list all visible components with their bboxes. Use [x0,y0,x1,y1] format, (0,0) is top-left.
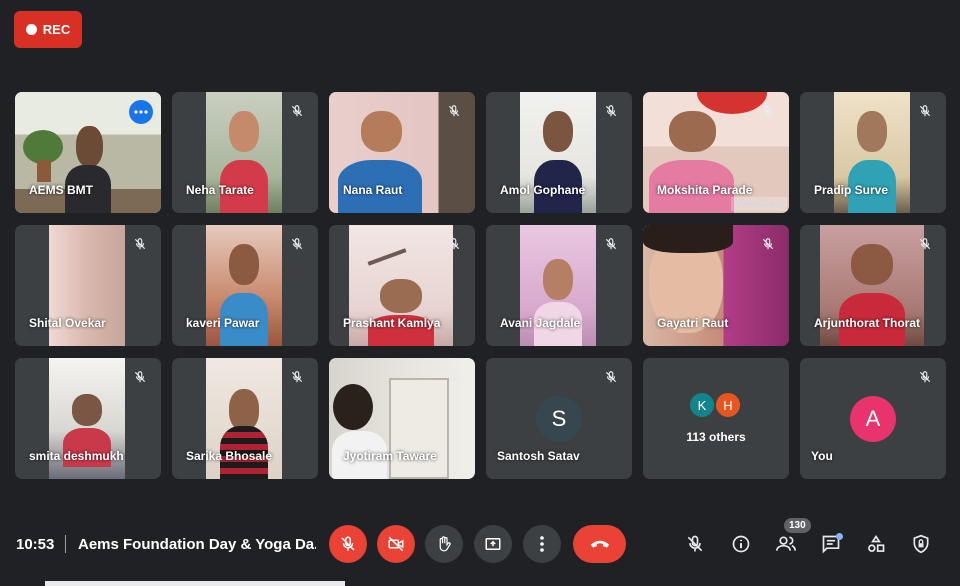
participant-tile-neha[interactable]: Neha Tarate [172,92,318,213]
participant-tile-you[interactable]: A You [800,358,946,479]
host-controls-button[interactable] [909,532,933,556]
recording-label: REC [42,22,71,37]
participant-name: Pradip Surve [814,183,889,197]
mic-off-icon [757,233,779,255]
end-call-icon [590,540,609,548]
participant-tile-pradip[interactable]: Pradip Surve [800,92,946,213]
people-icon [776,536,796,551]
participant-name: Mokshita Parade [657,183,753,197]
meeting-details-button[interactable] [729,532,753,556]
meeting-toolbar: 10:53 Aems Foundation Day & Yoga Da... 1… [0,515,960,573]
participant-tile-aems-bmt[interactable]: AEMS BMT [15,92,161,213]
info-icon [732,535,750,553]
videocam-off-icon [388,536,404,552]
host-controls-icon [913,534,929,554]
meeting-title: Aems Foundation Day & Yoga Da... [78,536,316,553]
toggle-camera-button[interactable] [377,525,415,563]
more-options-button[interactable] [129,100,153,124]
meeting-time: 10:53 [16,536,55,553]
participant-tile-nana[interactable]: Nana Raut [329,92,475,213]
avatar: A [850,396,896,442]
participant-tile-prashant[interactable]: Prashant Kamlya [329,225,475,346]
participant-tile-sarika[interactable]: Sarika Bhosale [172,358,318,479]
mic-off-icon [914,100,936,122]
mic-off-icon [286,233,308,255]
participant-name: Neha Tarate [186,183,254,197]
mic-off-icon [341,536,355,551]
mic-off-icon [443,233,465,255]
scroll-indicator [45,581,345,586]
participant-name: Avani Jagdale [500,316,581,330]
others-avatars: K H [688,391,742,419]
participant-tile-avani[interactable]: Avani Jagdale [486,225,632,346]
toggle-mic-button[interactable] [329,525,367,563]
mic-off-icon [914,233,936,255]
participant-name: Jyotiram Taware [343,449,437,463]
participant-name: Amol Gophane [500,183,586,197]
activities-button[interactable] [864,532,888,556]
watermark: ManyCam [730,197,787,211]
mic-off-icon [600,100,622,122]
participant-tile-gayatri[interactable]: Gayatri Raut [643,225,789,346]
participant-tile-smita[interactable]: smita deshmukh [15,358,161,479]
participant-tile-amol[interactable]: Amol Gophane [486,92,632,213]
mic-off-icon [129,233,151,255]
mic-off-icon [443,366,465,388]
mic-off-icon [757,100,779,122]
others-count-label: 113 others [686,430,746,444]
activities-icon [868,534,885,552]
participant-name: Shital Ovekar [29,316,106,330]
mic-off-icon [443,100,465,122]
participant-name: Prashant Kamlya [343,316,441,330]
people-button[interactable] [774,532,798,556]
avatar: H [714,391,742,419]
participant-tile-jyotiram[interactable]: Jyotiram Taware [329,358,475,479]
more-vert-icon [540,536,544,552]
raise-hand-icon [439,536,451,552]
participant-tile-others[interactable]: K H 113 others [643,358,789,479]
avatar: S [536,396,582,442]
participant-name: Arjunthorat Thorat [814,316,920,330]
participant-name: Gayatri Raut [657,316,729,330]
mic-off-icon [286,366,308,388]
mic-off-icon [129,366,151,388]
mic-off-icon [914,366,936,388]
more-options-button[interactable] [523,525,561,563]
present-screen-button[interactable] [474,525,512,563]
divider [65,535,66,553]
present-screen-icon [485,538,501,550]
participant-tile-mokshita[interactable]: ManyCam Mokshita Parade [643,92,789,213]
notification-dot [836,533,843,540]
participant-tile-kaveri[interactable]: kaveri Pawar [172,225,318,346]
participant-name: Nana Raut [343,183,403,197]
mic-off-icon [600,233,622,255]
end-call-button[interactable] [573,525,626,563]
mic-off-icon [600,366,622,388]
mic-off-icon [286,100,308,122]
participant-tile-santosh[interactable]: S Santosh Satav [486,358,632,479]
participant-count-badge: 130 [784,518,811,533]
recording-indicator: REC [14,11,82,48]
participant-name: You [811,449,833,463]
mic-off-icon [687,535,703,552]
participant-name: Santosh Satav [497,449,580,463]
participant-tile-shital[interactable]: Shital Ovekar [15,225,161,346]
participant-tile-arjunthorat[interactable]: Arjunthorat Thorat [800,225,946,346]
record-dot-icon [25,24,37,35]
participant-name: Sarika Bhosale [186,449,273,463]
more-horiz-icon [134,110,148,114]
mute-all-button[interactable] [683,532,707,556]
participant-name: kaveri Pawar [186,316,260,330]
avatar: K [688,391,716,419]
participant-name: smita deshmukh [29,449,124,463]
participant-name: AEMS BMT [29,183,93,197]
raise-hand-button[interactable] [425,525,463,563]
